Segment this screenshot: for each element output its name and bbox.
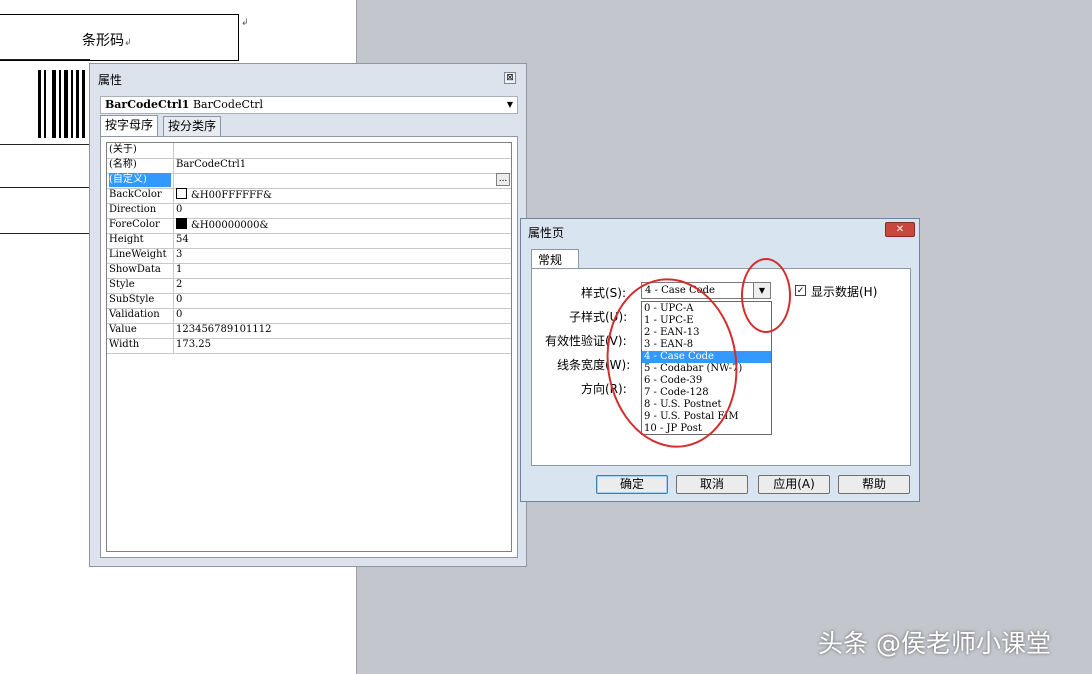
property-name: Validation xyxy=(109,309,160,320)
ellipsis-button[interactable]: ... xyxy=(496,173,510,186)
table-cell: 条形码↲ xyxy=(0,14,239,61)
annotation-circle-arrow xyxy=(741,258,791,333)
close-icon[interactable]: ✕ xyxy=(885,222,915,237)
property-name: Height xyxy=(109,234,144,245)
property-value[interactable]: BarCodeCtrl1 xyxy=(173,158,512,173)
table-border xyxy=(0,233,90,234)
object-selector[interactable]: BarCodeCtrl1 BarCodeCtrl ▼ xyxy=(100,96,518,114)
property-value-text: BarCodeCtrl1 xyxy=(176,159,247,170)
paragraph-mark: ↲ xyxy=(241,18,249,28)
property-value-text: 1 xyxy=(176,264,183,275)
property-grid-area: (关于) (名称) BarCodeCtrl1 (自定义)... BackColor &H0… xyxy=(100,136,518,558)
watermark: 头条 @侯老师小课堂 xyxy=(818,629,1051,658)
property-value[interactable]: &H00000000& xyxy=(173,218,512,233)
close-icon[interactable]: ⊠ xyxy=(504,72,516,84)
object-name: BarCodeCtrl1 xyxy=(105,98,190,111)
chevron-down-icon[interactable]: ▼ xyxy=(507,97,513,113)
table-border xyxy=(0,59,90,60)
tab-general[interactable]: 常规 xyxy=(531,249,579,269)
property-row[interactable]: Value 123456789101112 xyxy=(107,323,511,339)
property-value[interactable]: &H00FFFFFF& xyxy=(173,188,512,203)
property-value-text: 2 xyxy=(176,279,183,290)
properties-title: 属性 xyxy=(98,73,123,87)
style-label: 样式(S): xyxy=(581,286,627,300)
property-name: ShowData xyxy=(109,264,161,275)
property-name: (自定义) xyxy=(109,173,171,187)
color-swatch xyxy=(176,218,187,229)
property-value-text: &H00000000& xyxy=(191,220,269,231)
property-value-text: 173.25 xyxy=(176,339,211,350)
property-value-text: &H00FFFFFF& xyxy=(191,190,272,201)
property-name: Style xyxy=(109,279,135,290)
property-row[interactable]: SubStyle 0 xyxy=(107,293,511,309)
property-name: BackColor xyxy=(109,189,162,200)
property-row[interactable]: LineWeight 3 xyxy=(107,248,511,264)
properties-window: 属性 ⊠ BarCodeCtrl1 BarCodeCtrl ▼ 按字母序 按分类… xyxy=(89,63,527,567)
property-name: (关于) xyxy=(109,144,137,155)
property-value[interactable]: 0 xyxy=(173,308,512,323)
property-name: Direction xyxy=(109,204,157,215)
property-value[interactable]: 0 xyxy=(173,203,512,218)
tab-alphabetic[interactable]: 按字母序 xyxy=(100,115,159,137)
property-name: Width xyxy=(109,339,140,350)
property-row[interactable]: Validation 0 xyxy=(107,308,511,324)
cell-text: 条形码↲ xyxy=(82,33,132,49)
property-name: SubStyle xyxy=(109,294,155,305)
dialog-title: 属性页 xyxy=(528,226,565,240)
property-value[interactable]: 0 xyxy=(173,293,512,308)
show-data-label[interactable]: 显示数据(H) xyxy=(811,283,877,300)
object-type: BarCodeCtrl xyxy=(192,98,264,111)
show-data-checkbox[interactable]: ✓ xyxy=(795,285,806,296)
property-row[interactable]: BackColor &H00FFFFFF& xyxy=(107,188,511,204)
property-row[interactable]: Direction 0 xyxy=(107,203,511,219)
property-value-text: 123456789101112 xyxy=(176,324,272,335)
property-row[interactable]: ForeColor &H00000000& xyxy=(107,218,511,234)
property-grid: (关于) (名称) BarCodeCtrl1 (自定义)... BackColor &H0… xyxy=(106,142,512,552)
property-row[interactable]: Height 54 xyxy=(107,233,511,249)
property-value[interactable]: 173.25 xyxy=(173,338,512,353)
apply-button[interactable]: 应用(A) xyxy=(758,475,830,494)
property-value[interactable]: 2 xyxy=(173,278,512,293)
property-value-text: 54 xyxy=(176,234,189,245)
property-value-text: 0 xyxy=(176,309,183,320)
property-value-text: 3 xyxy=(176,249,183,260)
table-border xyxy=(0,144,90,145)
tab-categorized[interactable]: 按分类序 xyxy=(163,116,222,136)
property-value[interactable]: 1 xyxy=(173,263,512,278)
property-row[interactable]: Width 173.25 xyxy=(107,338,511,354)
property-value[interactable]: 54 xyxy=(173,233,512,248)
property-value[interactable]: 3 xyxy=(173,248,512,263)
property-value[interactable]: 123456789101112 xyxy=(173,323,512,338)
ok-button[interactable]: 确定 xyxy=(596,475,668,494)
table-border xyxy=(0,187,90,188)
property-name: ForeColor xyxy=(109,219,160,230)
property-name: (名称) xyxy=(109,159,137,170)
property-row[interactable]: (自定义)... xyxy=(107,173,511,189)
property-row[interactable]: ShowData 1 xyxy=(107,263,511,279)
property-value[interactable] xyxy=(173,143,512,158)
barcode-image[interactable] xyxy=(38,70,86,138)
property-row[interactable]: (关于) xyxy=(107,143,511,159)
property-row[interactable]: Style 2 xyxy=(107,278,511,294)
help-button[interactable]: 帮助 xyxy=(838,475,910,494)
property-name: Value xyxy=(109,324,137,335)
color-swatch xyxy=(176,188,187,199)
property-value-text: 0 xyxy=(176,204,183,215)
cancel-button[interactable]: 取消 xyxy=(676,475,748,494)
property-name: LineWeight xyxy=(109,249,167,260)
property-value[interactable]: ... xyxy=(173,173,512,188)
property-row[interactable]: (名称) BarCodeCtrl1 xyxy=(107,158,511,174)
property-value-text: 0 xyxy=(176,294,183,305)
